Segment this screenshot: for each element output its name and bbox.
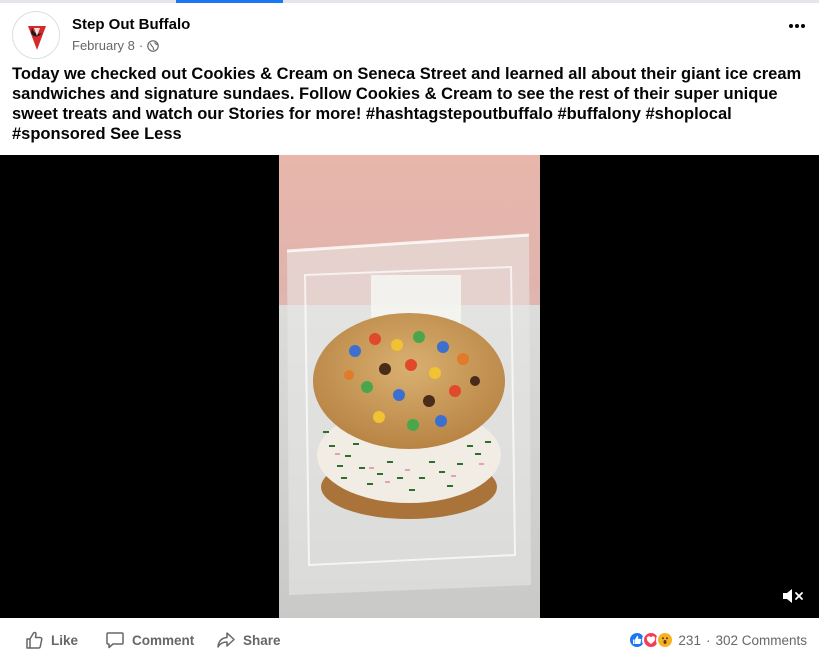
see-less-link[interactable]: See Less <box>110 125 182 143</box>
post-meta: February 8 · <box>72 38 160 53</box>
more-dot <box>789 24 793 28</box>
mute-button[interactable] <box>781 586 805 606</box>
video-player[interactable] <box>0 155 819 618</box>
share-button[interactable]: Share <box>216 630 281 650</box>
share-icon <box>217 632 235 648</box>
tab-strip <box>0 0 819 3</box>
volume-muted-icon <box>783 589 803 603</box>
globe-icon <box>147 39 160 52</box>
share-label: Share <box>243 632 281 648</box>
reaction-separator: · <box>705 632 711 648</box>
like-button[interactable]: Like <box>24 630 78 650</box>
meta-separator: · <box>138 38 144 53</box>
page-name[interactable]: Step Out Buffalo <box>72 16 190 33</box>
thumbs-up-icon <box>26 631 43 649</box>
like-label: Like <box>51 632 79 648</box>
comment-label: Comment <box>132 632 195 648</box>
step-out-buffalo-logo <box>14 13 59 58</box>
comments-count-link[interactable]: 302 Comments <box>715 633 807 648</box>
comment-button[interactable]: Comment <box>105 630 194 650</box>
ice-cream-sandwich-image <box>279 155 540 618</box>
page-avatar[interactable] <box>12 11 60 59</box>
more-options-button[interactable] <box>787 16 807 36</box>
active-tab-indicator <box>176 0 283 3</box>
comment-icon <box>106 632 124 649</box>
post-date[interactable]: February 8 <box>72 38 135 53</box>
post-text: Today we checked out Cookies & Cream on … <box>12 64 812 144</box>
post-header: Step Out Buffalo February 8 · <box>0 10 819 62</box>
more-dot <box>795 24 799 28</box>
action-bar: Like Comment Share 231 · 302 Comments <box>0 622 819 663</box>
reactions-summary[interactable]: 231 · 302 Comments <box>628 631 807 649</box>
more-dot <box>801 24 805 28</box>
wow-reaction-icon <box>656 631 675 649</box>
video-frame <box>279 155 540 618</box>
reaction-count: 231 <box>678 632 701 648</box>
